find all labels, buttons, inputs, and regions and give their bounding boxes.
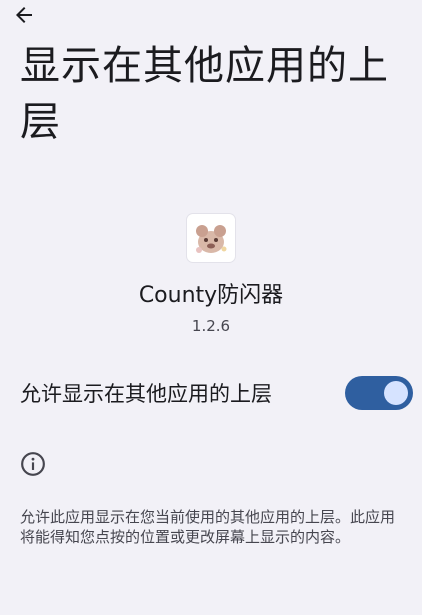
permission-toggle-label: 允许显示在其他应用的上层 (20, 382, 272, 406)
permission-description: 允许此应用显示在您当前使用的其他应用的上层。此应用将能得知您点按的位置或更改屏幕… (20, 508, 396, 546)
app-icon (187, 214, 235, 262)
permission-switch[interactable] (345, 376, 413, 410)
info-icon (21, 452, 45, 476)
switch-thumb (384, 381, 408, 405)
back-button[interactable] (10, 2, 38, 28)
app-name: County防闪器 (138, 283, 284, 308)
app-version: 1.2.6 (191, 317, 231, 335)
page-title: 显示在其他应用的上层 (20, 43, 389, 145)
arrow-left-icon (16, 7, 32, 23)
permission-toggle-row[interactable]: 允许显示在其他应用的上层 (0, 370, 422, 418)
